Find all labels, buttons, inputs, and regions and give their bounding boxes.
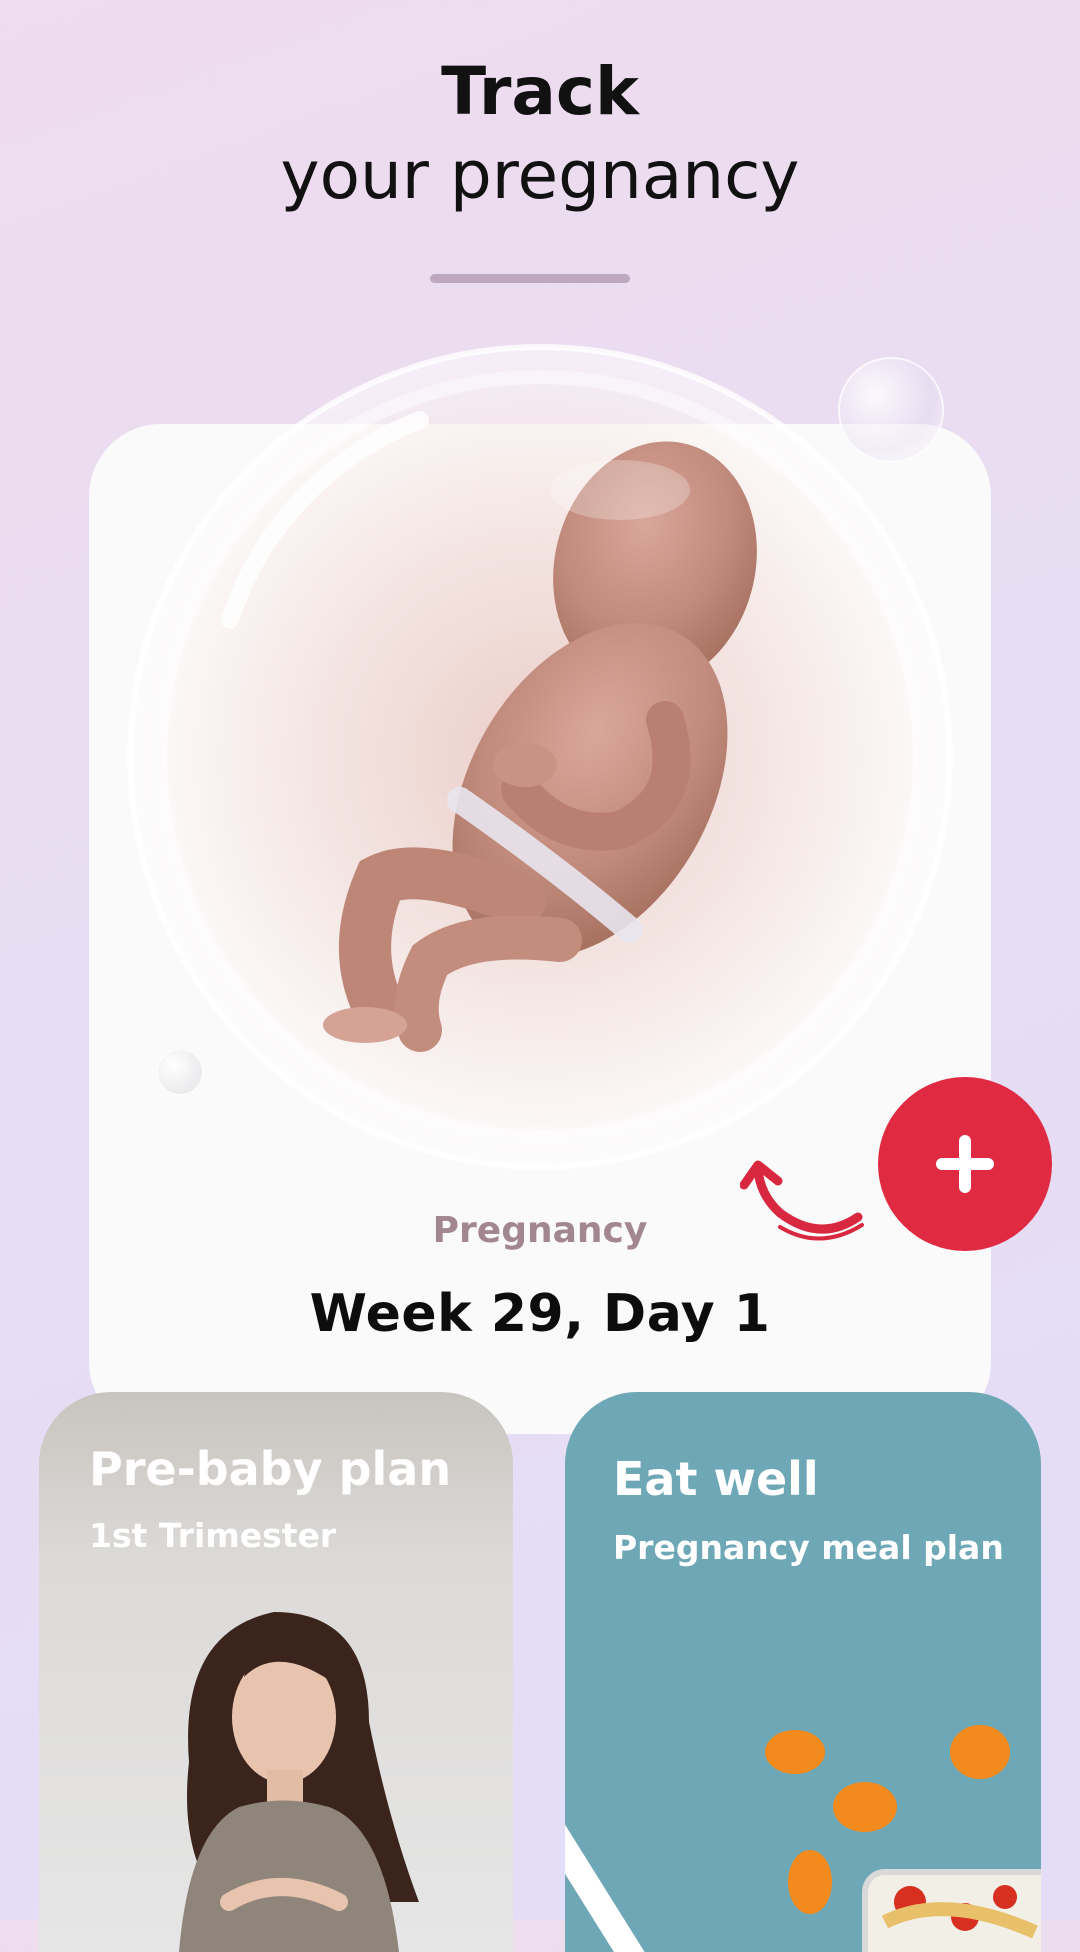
tile-subtitle: 1st Trimester <box>89 1516 337 1555</box>
add-button[interactable] <box>878 1077 1052 1251</box>
tile-pre-baby-plan[interactable]: Pre-baby plan 1st Trimester <box>39 1392 513 1952</box>
drag-handle[interactable] <box>430 274 630 283</box>
pregnancy-card[interactable] <box>89 424 991 1434</box>
headline-subtitle: your pregnancy <box>280 137 800 214</box>
tile-subtitle: Pregnancy meal plan <box>613 1528 1004 1567</box>
tile-title: Eat well <box>613 1452 819 1506</box>
headline-title: Track <box>441 53 639 130</box>
pregnancy-week-day: Week 29, Day 1 <box>309 1284 771 1344</box>
tile-title: Pre-baby plan <box>89 1442 452 1496</box>
curved-arrow-icon <box>740 1160 864 1241</box>
meal-photo <box>565 1725 1041 1952</box>
pregnant-woman-photo <box>179 1612 419 1952</box>
tile-eat-well[interactable]: Eat well Pregnancy meal plan <box>565 1392 1041 1952</box>
page-headline: Track your pregnancy <box>0 52 1080 226</box>
